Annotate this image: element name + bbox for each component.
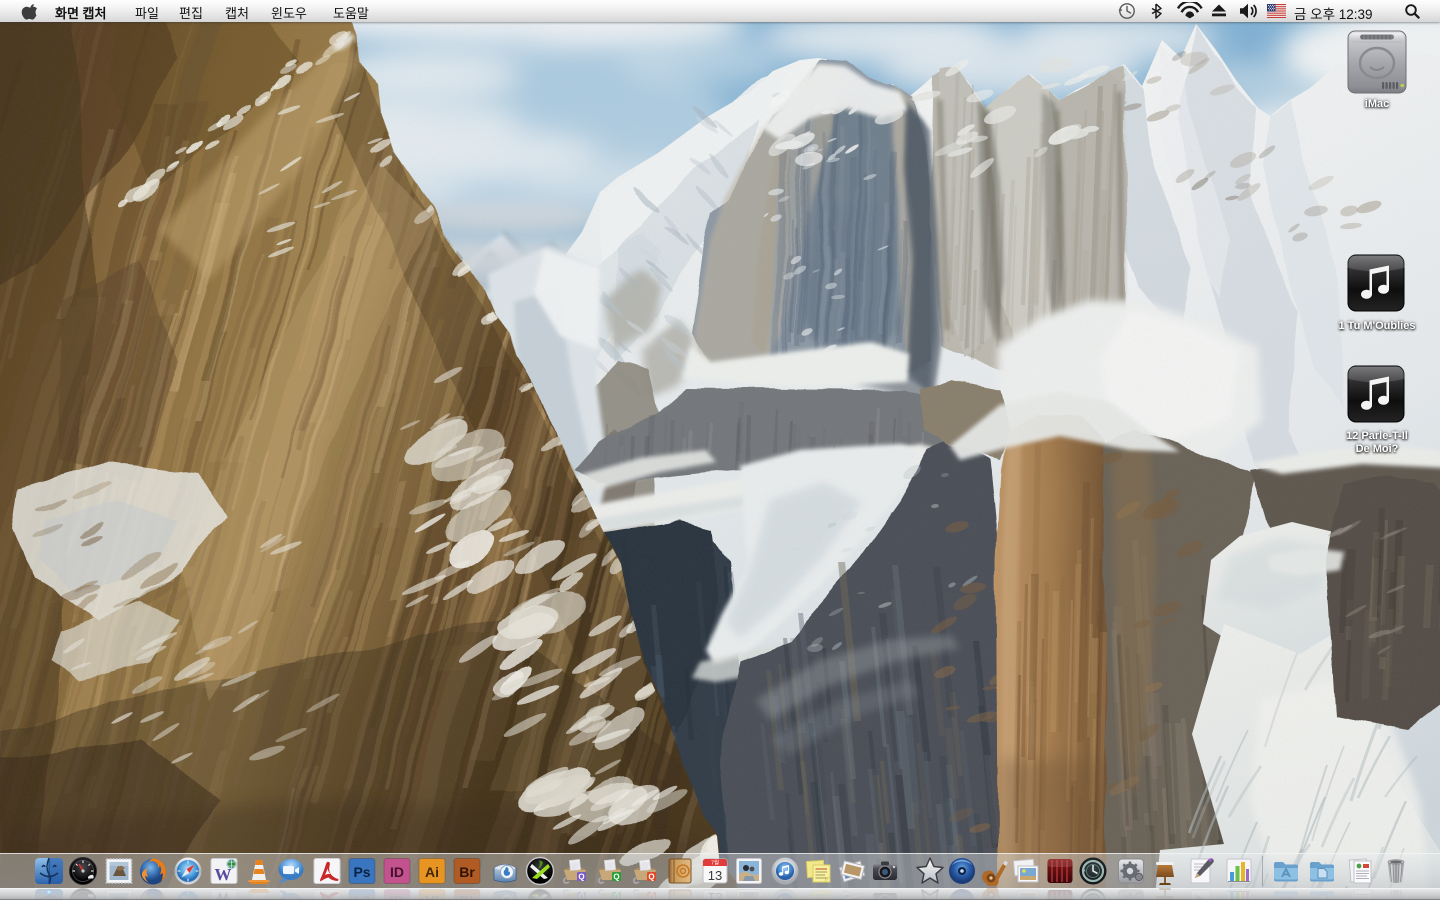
svg-text:Ai: Ai: [425, 864, 439, 880]
svg-text:Q: Q: [578, 873, 584, 882]
svg-text:7월: 7월: [711, 859, 719, 867]
svg-text:ID: ID: [390, 864, 404, 880]
svg-text:13: 13: [708, 868, 722, 883]
svg-text:Q: Q: [613, 873, 619, 882]
svg-text:Q: Q: [648, 873, 654, 882]
svg-text:Br: Br: [459, 864, 475, 880]
svg-text:Ps: Ps: [353, 864, 370, 880]
